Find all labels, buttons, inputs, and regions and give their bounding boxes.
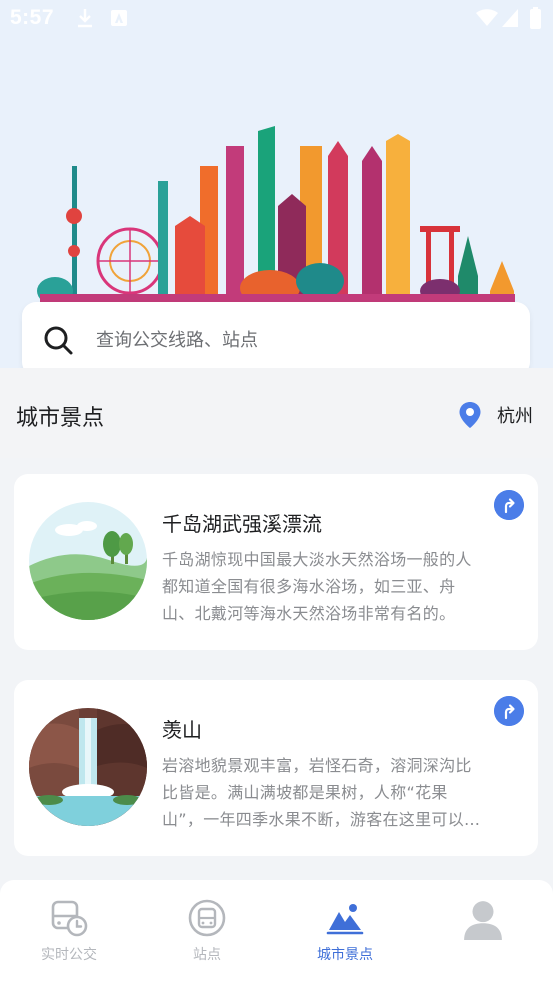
tab-city-attractions[interactable]: 城市景点 bbox=[276, 880, 414, 983]
location-pin-icon[interactable] bbox=[458, 401, 482, 429]
mountain-icon bbox=[326, 904, 364, 935]
app-notification-icon bbox=[111, 10, 127, 26]
attraction-description: 千岛湖惊现中国最大淡水天然浴场一般的人都知道全国有很多海水浴场，如三亚、舟山、北… bbox=[162, 550, 472, 623]
search-bar[interactable]: 查询公交线路、站点 bbox=[22, 302, 530, 368]
status-time: 5:57 bbox=[10, 6, 55, 29]
tab-label: 城市景点 bbox=[317, 947, 373, 963]
wifi-icon bbox=[476, 9, 498, 26]
attraction-image-meadow bbox=[29, 502, 147, 620]
search-placeholder[interactable]: 查询公交线路、站点 bbox=[96, 326, 258, 352]
battery-icon bbox=[530, 7, 541, 29]
city-selector[interactable]: 杭州 bbox=[497, 402, 533, 428]
attraction-card[interactable]: 千岛湖武强溪漂流 千岛湖惊现中国最大淡水天然浴场一般的人都知道全国有很多海水浴场… bbox=[14, 474, 538, 650]
user-avatar-icon bbox=[464, 901, 502, 940]
attraction-image-waterfall bbox=[29, 708, 147, 826]
section-title: 城市景点 bbox=[16, 406, 105, 431]
tab-profile[interactable] bbox=[414, 880, 552, 983]
attraction-description: 岩溶地貌景观丰富，岩怪石奇，溶洞深沟比比皆是。满山满坡都是果树，人称“花果山”，… bbox=[162, 756, 481, 829]
tab-label: 站点 bbox=[193, 947, 221, 963]
signal-icon bbox=[502, 9, 518, 27]
attraction-card[interactable]: 羡山 岩溶地貌景观丰富，岩怪石奇，溶洞深沟比比皆是。满山满坡都是果树，人称“花果… bbox=[14, 680, 538, 856]
download-icon bbox=[78, 9, 92, 28]
attraction-title: 千岛湖武强溪漂流 bbox=[162, 512, 322, 536]
city-skyline-illustration bbox=[37, 126, 515, 306]
navigate-icon[interactable] bbox=[494, 696, 524, 726]
attraction-title: 羡山 bbox=[162, 718, 202, 742]
tab-realtime-bus[interactable]: 实时公交 bbox=[0, 880, 138, 983]
hero-banner: 查询公交线路、站点 bbox=[0, 38, 553, 368]
search-icon bbox=[44, 326, 73, 355]
tab-label: 实时公交 bbox=[41, 947, 97, 963]
bus-clock-icon bbox=[51, 900, 88, 937]
status-bar: 5:57 bbox=[0, 0, 553, 38]
navigate-icon[interactable] bbox=[494, 490, 524, 520]
bus-stop-icon bbox=[188, 899, 226, 937]
section-header: 城市景点 杭州 bbox=[0, 368, 553, 458]
bottom-tab-bar: 实时公交 站点 城市景点 bbox=[0, 880, 553, 983]
tab-stations[interactable]: 站点 bbox=[138, 880, 276, 983]
